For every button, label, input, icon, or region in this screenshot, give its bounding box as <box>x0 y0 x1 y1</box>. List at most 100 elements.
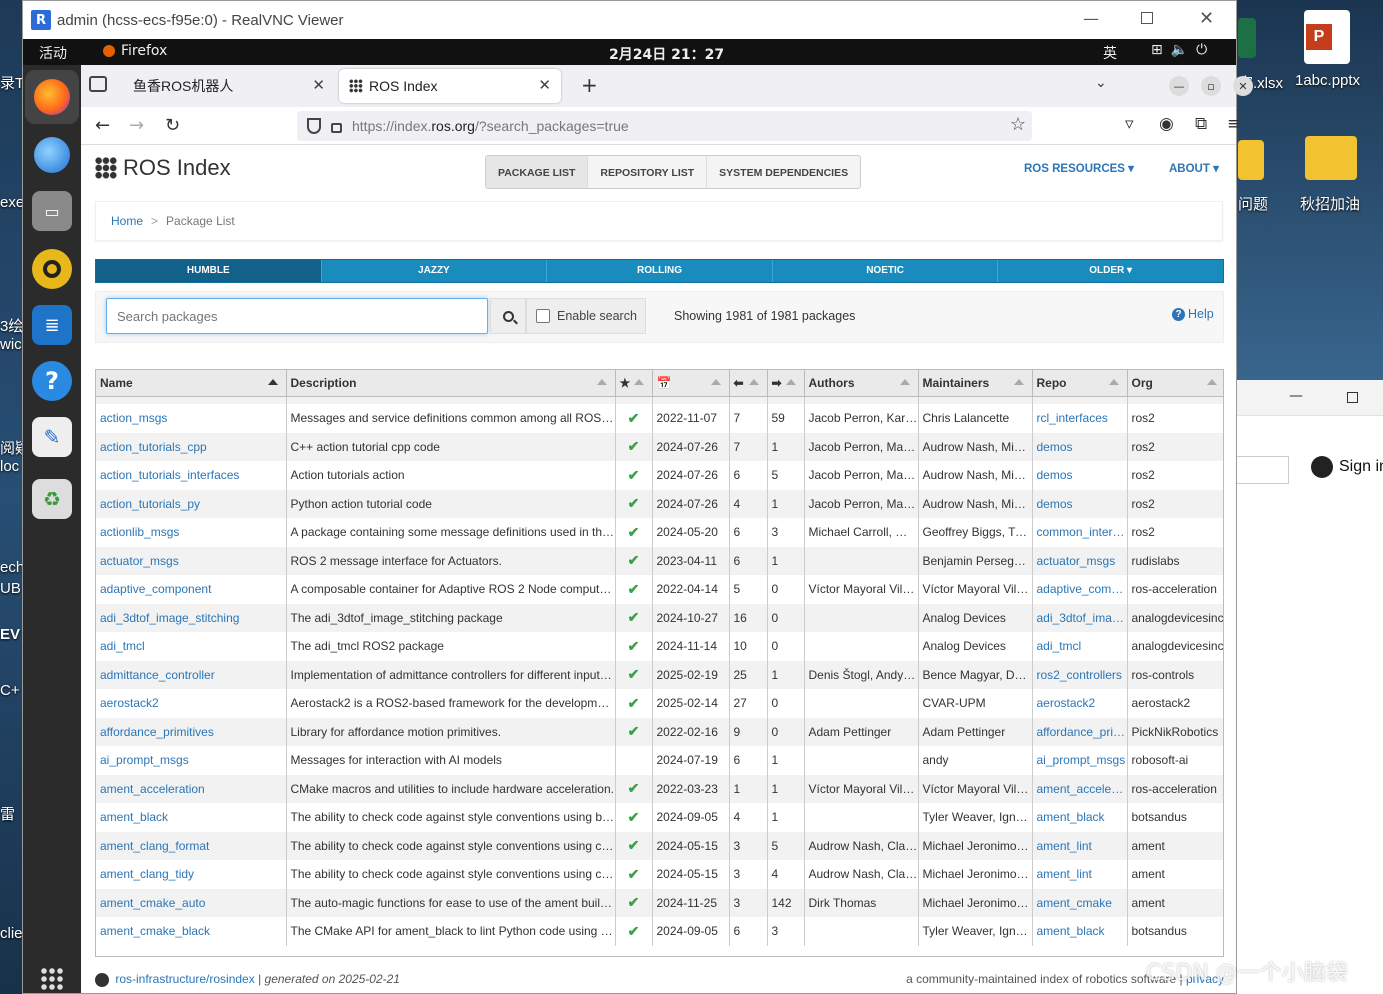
maximize-icon[interactable] <box>1141 12 1153 24</box>
pocket-icon[interactable]: ▿ <box>1125 114 1134 134</box>
col-deps-in-header[interactable]: ⬅ <box>729 370 768 397</box>
col-description-header[interactable]: Description <box>286 370 616 397</box>
firefox-view-icon[interactable] <box>89 76 107 92</box>
cell-repo[interactable]: demos <box>1032 432 1128 461</box>
table-row[interactable]: action_tutorials_cpp C++ action tutorial … <box>96 432 1223 461</box>
cell-name[interactable]: adi_tmcl <box>96 632 287 661</box>
cell-name[interactable]: ament_cmake_black <box>96 917 287 946</box>
sign-in-button[interactable]: Sign in <box>1311 456 1383 478</box>
col-maintainers-header[interactable]: Maintainers <box>918 370 1033 397</box>
dock-thunderbird[interactable] <box>32 135 72 175</box>
sort-arrow-icon[interactable] <box>710 379 721 385</box>
desktop-icon-label[interactable]: 1abc.pptx <box>1295 72 1360 89</box>
table-row[interactable]: ai_prompt_msgs Messages for interaction w… <box>96 746 1223 775</box>
table-row[interactable]: ament_clang_tidy The ability to check cod… <box>96 860 1223 889</box>
cell-name[interactable]: ai_prompt_msgs <box>96 746 287 775</box>
breadcrumb-home[interactable]: Home <box>111 214 143 228</box>
cell-repo[interactable]: actuator_msgs <box>1032 546 1128 575</box>
cell-repo[interactable]: ament_lint <box>1032 860 1128 889</box>
minimize-icon[interactable]: — <box>1083 9 1099 28</box>
sort-arrow-icon[interactable] <box>267 379 278 385</box>
cell-repo[interactable]: common_interfaces <box>1032 518 1128 547</box>
cell-name[interactable]: actuator_msgs <box>96 546 287 575</box>
show-apps-icon[interactable] <box>40 967 64 991</box>
table-row[interactable]: ament_cmake_black The CMake API for ament… <box>96 917 1223 946</box>
cell-repo[interactable]: adi_tmcl <box>1032 632 1128 661</box>
chevron-down-icon[interactable]: ⌄ <box>1095 75 1107 91</box>
table-row[interactable]: adaptive_component A composable container… <box>96 575 1223 604</box>
tab-ros-index[interactable]: ROS Index ✕ <box>339 69 561 103</box>
back-icon[interactable]: ← <box>95 115 110 136</box>
about-menu[interactable]: ABOUT ▾ <box>1169 161 1219 175</box>
cell-name[interactable]: ament_clang_tidy <box>96 860 287 889</box>
cell-name[interactable]: ament_cmake_auto <box>96 888 287 917</box>
table-row[interactable]: adi_3dtof_image_stitching The adi_3dtof_i… <box>96 603 1223 632</box>
tab-older[interactable]: OLDER ▾ <box>998 260 1223 282</box>
enable-search-toggle[interactable]: Enable search <box>526 298 646 334</box>
cell-name[interactable]: actionlib_msgs <box>96 518 287 547</box>
restore-icon[interactable]: ▫ <box>1201 76 1221 96</box>
cell-repo[interactable]: ament_black <box>1032 803 1128 832</box>
sort-arrow-icon[interactable] <box>633 379 644 385</box>
folder-icon[interactable] <box>1238 140 1264 180</box>
tab-fishros[interactable]: 鱼香ROS机器人 ✕ <box>123 69 335 103</box>
desktop-label[interactable]: EV <box>0 626 20 643</box>
desktop-label[interactable]: ech <box>0 559 24 576</box>
dock-files[interactable]: ▭ <box>32 191 72 231</box>
minimize-icon[interactable]: — <box>1289 388 1303 404</box>
col-repo-header[interactable]: Repo <box>1032 370 1128 397</box>
table-row[interactable]: ament_cmake_auto The auto-magic functions… <box>96 888 1223 917</box>
xlsx-file-icon[interactable] <box>1238 18 1256 58</box>
cell-repo[interactable]: demos <box>1032 489 1128 518</box>
input-method-indicator[interactable]: 英 <box>1103 43 1117 63</box>
activities-button[interactable]: 活动 <box>39 43 67 63</box>
table-row[interactable]: adi_tmcl The adi_tmcl ROS2 package ✔ 2024-1… <box>96 632 1223 661</box>
extensions-icon[interactable]: ⧉ <box>1195 114 1207 134</box>
dock-trash[interactable]: ♻ <box>32 479 72 519</box>
desktop-label[interactable]: wic <box>0 336 22 353</box>
nav-system-dependencies[interactable]: SYSTEM DEPENDENCIES <box>707 156 860 188</box>
desktop-label[interactable]: clie <box>0 925 23 942</box>
cell-name[interactable]: adi_3dtof_image_stitching <box>96 603 287 632</box>
cell-repo[interactable]: adaptive_component <box>1032 575 1128 604</box>
cell-name[interactable]: adaptive_component <box>96 575 287 604</box>
desktop-label[interactable]: 雷 <box>0 803 15 824</box>
cell-repo[interactable]: affordance_primitives <box>1032 717 1128 746</box>
cell-repo[interactable]: ament_acceleration <box>1032 774 1128 803</box>
table-row[interactable]: action_msgs Messages and service definiti… <box>96 404 1223 433</box>
cell-repo[interactable]: aerostack2 <box>1032 689 1128 718</box>
sort-arrow-icon[interactable] <box>596 379 607 385</box>
desktop-label[interactable]: 3绘 <box>0 315 23 336</box>
cell-name[interactable]: action_tutorials_interfaces <box>96 461 287 490</box>
table-row[interactable]: aerostack2 Aerostack2 is a ROS2-based fra… <box>96 689 1223 718</box>
cell-name[interactable]: affordance_primitives <box>96 717 287 746</box>
desktop-icon-label[interactable]: 问题 <box>1238 193 1268 214</box>
nav-repository-list[interactable]: REPOSITORY LIST <box>588 156 708 188</box>
sort-arrow-icon[interactable] <box>1206 379 1217 385</box>
sort-arrow-icon[interactable] <box>899 379 910 385</box>
reload-icon[interactable]: ↻ <box>165 115 180 136</box>
help-link[interactable]: ? Help <box>1172 307 1214 321</box>
dock-firefox[interactable] <box>25 70 79 124</box>
desktop-label[interactable]: C+ <box>0 682 20 699</box>
col-date-header[interactable]: 📅 <box>652 370 730 397</box>
cell-name[interactable]: action_tutorials_cpp <box>96 432 287 461</box>
dock-help[interactable]: ? <box>32 361 72 401</box>
col-name-header[interactable]: Name <box>96 370 287 397</box>
cell-repo[interactable]: ament_black <box>1032 917 1128 946</box>
bookmark-star-icon[interactable]: ☆ <box>1010 114 1026 135</box>
cell-name[interactable]: action_tutorials_py <box>96 489 287 518</box>
forward-icon[interactable]: → <box>129 115 144 136</box>
cell-repo[interactable]: adi_3dtof_image_stitching <box>1032 603 1128 632</box>
new-tab-icon[interactable]: + <box>581 73 598 97</box>
cell-name[interactable]: ament_clang_format <box>96 831 287 860</box>
enable-search-checkbox[interactable] <box>536 309 550 323</box>
table-row[interactable]: affordance_primitives Library for afforda… <box>96 717 1223 746</box>
footer-repo-link[interactable]: ros-infrastructure/rosindex <box>115 972 254 986</box>
desktop-icon-label[interactable]: 秋招加油 <box>1300 193 1360 214</box>
desktop-label[interactable]: loc <box>0 458 19 475</box>
cell-name[interactable]: ament_acceleration <box>96 774 287 803</box>
col-star-header[interactable]: ★ <box>615 370 653 397</box>
ros-resources-menu[interactable]: ROS RESOURCES ▾ <box>1024 161 1134 175</box>
table-row[interactable]: action_tutorials_interfaces Action tutori… <box>96 461 1223 490</box>
